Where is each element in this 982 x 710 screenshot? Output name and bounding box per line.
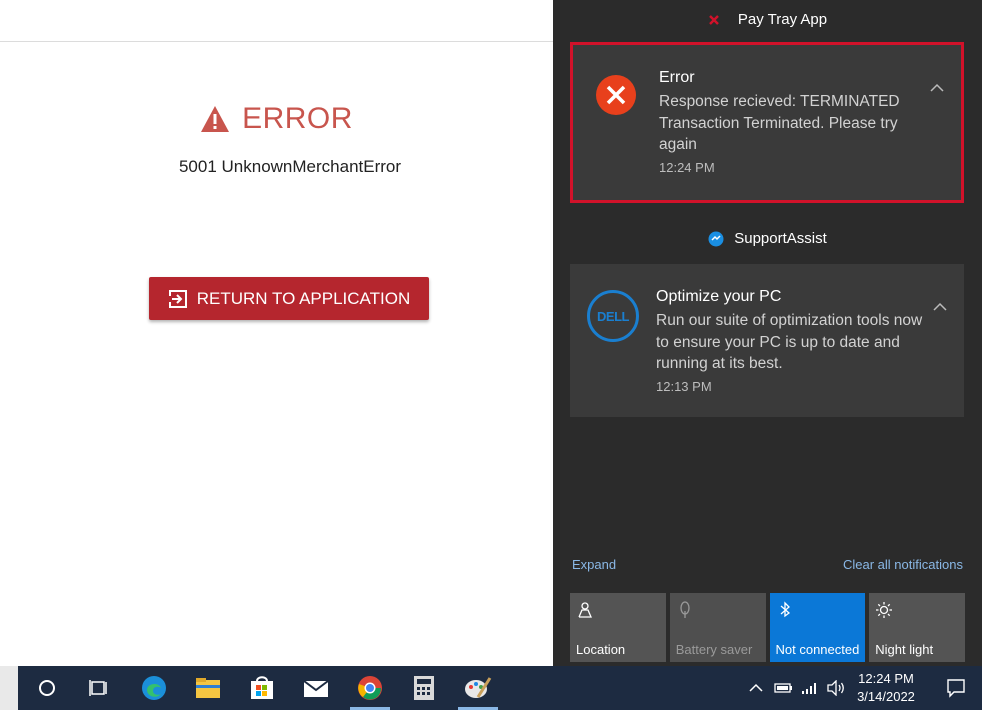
warning-icon	[201, 106, 230, 132]
tile-label: Night light	[875, 642, 934, 657]
quick-action-battery-saver[interactable]: Battery saver	[669, 593, 766, 662]
error-title: ERROR	[242, 102, 353, 135]
notification-group-header-supportassist[interactable]: SupportAssist	[553, 230, 982, 247]
notification-time: 12:13 PM	[656, 379, 712, 394]
page-header-bar	[0, 0, 553, 42]
return-button-label: RETURN TO APPLICATION	[196, 288, 411, 308]
store-icon[interactable]	[247, 673, 277, 703]
notification-title: Error	[659, 69, 695, 86]
network-icon[interactable]	[798, 673, 822, 703]
paint-icon[interactable]	[463, 673, 493, 703]
tile-label: Location	[576, 642, 626, 657]
expand-link[interactable]: Expand	[572, 557, 616, 572]
action-center-button[interactable]	[930, 666, 982, 710]
supportassist-icon	[708, 231, 724, 246]
night-light-icon	[876, 602, 893, 618]
notification-icon	[947, 679, 965, 698]
quick-action-night-light[interactable]: Night light	[869, 593, 965, 662]
tile-label: Not connected	[775, 642, 860, 657]
battery-icon[interactable]	[772, 673, 796, 703]
cortana-icon[interactable]	[32, 673, 62, 703]
notification-body: Run our suite of optimization tools now …	[656, 312, 923, 372]
mail-icon[interactable]	[301, 673, 331, 703]
notification-card-optimize[interactable]: DELL Optimize your PC Run our suite of o…	[570, 264, 964, 417]
group-app-name: SupportAssist	[734, 230, 827, 247]
taskbar: 12:24 PM 3/14/2022	[0, 666, 982, 710]
group-app-name: Pay Tray App	[737, 11, 828, 28]
battery-saver-icon	[680, 601, 690, 618]
clock-date: 3/14/2022	[857, 689, 915, 704]
notification-card-error[interactable]: Error Response recieved: TERMINATED Tran…	[570, 42, 964, 203]
clear-all-notifications-link[interactable]: Clear all notifications	[843, 557, 963, 572]
chrome-icon[interactable]	[355, 673, 385, 703]
error-message: 5001 UnknownMerchantError	[178, 157, 402, 176]
action-center-panel: Pay Tray App Error Response recieved: TE…	[553, 0, 982, 666]
edge-icon[interactable]	[139, 673, 169, 703]
taskbar-edge	[0, 666, 18, 710]
task-view-icon[interactable]	[84, 673, 114, 703]
dell-logo-icon: DELL	[587, 290, 639, 342]
notification-group-header-pay-tray[interactable]: Pay Tray App	[553, 11, 982, 28]
calculator-icon[interactable]	[409, 673, 439, 703]
quick-action-bluetooth[interactable]: Not connected	[769, 593, 866, 662]
chevron-up-icon[interactable]	[929, 83, 945, 93]
return-to-application-button[interactable]: RETURN TO APPLICATION	[149, 277, 429, 320]
exit-to-app-icon	[168, 289, 187, 308]
web-page: ERROR 5001 UnknownMerchantError RETURN T…	[0, 0, 553, 666]
notification-body: Response recieved: TERMINATED Transactio…	[659, 93, 900, 153]
chevron-up-icon[interactable]	[932, 302, 948, 312]
notification-title: Optimize your PC	[656, 288, 782, 305]
taskbar-clock[interactable]: 12:24 PM 3/14/2022	[845, 670, 927, 706]
error-heading: ERROR	[0, 102, 553, 136]
file-explorer-icon[interactable]	[193, 673, 223, 703]
tile-label: Battery saver	[675, 642, 753, 657]
bluetooth-icon	[780, 601, 790, 618]
pay-tray-app-icon	[709, 14, 719, 25]
quick-actions: Location Battery saver Not connected Nig…	[570, 593, 965, 662]
quick-action-location[interactable]: Location	[570, 593, 666, 662]
error-circle-icon	[596, 75, 636, 115]
clock-time: 12:24 PM	[858, 671, 914, 686]
location-icon	[578, 602, 592, 618]
show-hidden-icons-chevron-icon[interactable]	[744, 673, 768, 703]
notification-time: 12:24 PM	[659, 160, 715, 175]
